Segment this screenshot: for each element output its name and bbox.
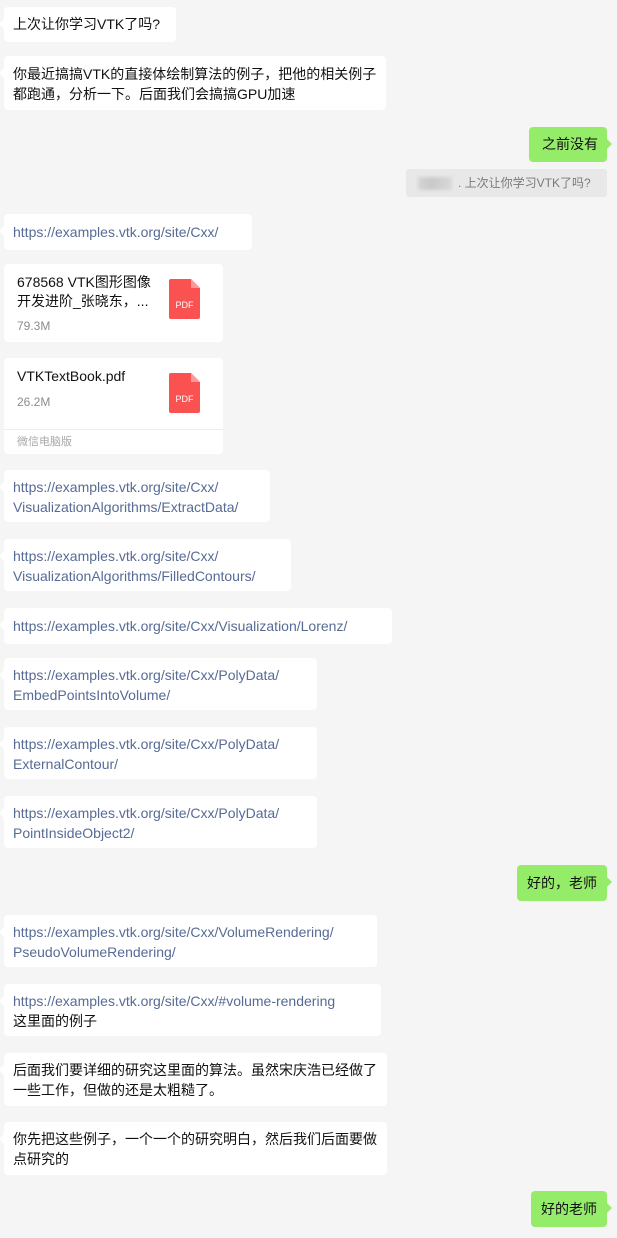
incoming-message[interactable]: https://examples.vtk.org/site/Cxx/PolyDa… xyxy=(0,658,317,710)
message-link[interactable]: https://examples.vtk.org/site/Cxx/#volum… xyxy=(13,991,372,1011)
outgoing-message[interactable]: 好的老师 xyxy=(531,1191,612,1227)
incoming-message[interactable]: https://examples.vtk.org/site/Cxx/ xyxy=(0,214,252,250)
file-size: 26.2M xyxy=(17,395,51,409)
incoming-message[interactable]: https://examples.vtk.org/site/Cxx/ Visua… xyxy=(0,470,270,522)
file-name: 678568 VTK图形图像 开发进阶_张晓东，... xyxy=(17,273,155,311)
incoming-message[interactable]: https://examples.vtk.org/site/Cxx/Visual… xyxy=(0,608,392,644)
message-link-line[interactable]: VisualizationAlgorithms/ExtractData/ xyxy=(13,497,261,517)
message-link-line[interactable]: https://examples.vtk.org/site/Cxx/ xyxy=(13,477,261,497)
message-text-line: 点研究的 xyxy=(13,1151,69,1167)
file-size: 79.3M xyxy=(17,319,51,333)
svg-text:PDF: PDF xyxy=(176,300,195,310)
file-name-line: 678568 VTK图形图像 xyxy=(17,274,151,290)
message-text: 好的，老师 xyxy=(527,875,597,891)
file-name-line: 开发进阶_张晓东，... xyxy=(17,293,149,309)
message-link-line[interactable]: VisualizationAlgorithms/FilledContours/ xyxy=(13,566,282,586)
outgoing-message[interactable]: 好的，老师 xyxy=(517,865,612,901)
message-link-line[interactable]: https://examples.vtk.org/site/Cxx/PolyDa… xyxy=(13,734,308,754)
message-link-line[interactable]: EmbedPointsIntoVolume/ xyxy=(13,685,308,705)
incoming-message[interactable]: https://examples.vtk.org/site/Cxx/PolyDa… xyxy=(0,796,317,848)
incoming-message[interactable]: https://examples.vtk.org/site/Cxx/#volum… xyxy=(0,984,381,1036)
svg-text:PDF: PDF xyxy=(176,394,195,404)
quoted-text: . 上次让你学习VTK了吗? xyxy=(458,176,591,190)
pdf-file-icon: PDF xyxy=(169,373,200,413)
blurred-sender-name xyxy=(418,177,452,190)
file-source-footer: 微信电脑版 xyxy=(4,429,223,454)
message-link-line[interactable]: https://examples.vtk.org/site/Cxx/ xyxy=(13,546,282,566)
incoming-message[interactable]: 后面我们要详细的研究这里面的算法。虽然宋庆浩已经做了 一些工作，但做的还是太粗糙… xyxy=(0,1053,387,1106)
incoming-message[interactable]: 你先把这些例子，一个一个的研究明白，然后我们后面要做 点研究的 xyxy=(0,1122,387,1175)
message-link-line[interactable]: PointInsideObject2/ xyxy=(13,823,308,843)
outgoing-message[interactable]: 之前没有 xyxy=(529,127,612,162)
message-link[interactable]: https://examples.vtk.org/site/Cxx/Visual… xyxy=(13,616,383,636)
message-link-line[interactable]: ExternalContour/ xyxy=(13,754,308,774)
message-text-line: 后面我们要详细的研究这里面的算法。虽然宋庆浩已经做了 xyxy=(13,1062,377,1078)
file-name-line: VTKTextBook.pdf xyxy=(17,368,126,384)
message-link-line[interactable]: https://examples.vtk.org/site/Cxx/PolyDa… xyxy=(13,665,308,685)
message-text-line: 你先把这些例子，一个一个的研究明白，然后我们后面要做 xyxy=(13,1131,377,1147)
message-text: 之前没有 xyxy=(542,136,598,152)
incoming-message[interactable]: https://examples.vtk.org/site/Cxx/PolyDa… xyxy=(0,727,317,779)
message-text-line: 一些工作，但做的还是太粗糙了。 xyxy=(13,1082,223,1098)
file-message[interactable]: VTKTextBook.pdf 26.2M PDF 微信电脑版 xyxy=(4,358,223,454)
quoted-message[interactable]: . 上次让你学习VTK了吗? xyxy=(406,169,607,197)
incoming-message[interactable]: 你最近搞搞VTK的直接体绘制算法的例子，把他的相关例子 都跑通，分析一下。后面我… xyxy=(0,56,386,110)
message-link-line[interactable]: https://examples.vtk.org/site/Cxx/Volume… xyxy=(13,922,368,942)
incoming-message[interactable]: https://examples.vtk.org/site/Cxx/Volume… xyxy=(0,915,377,967)
file-message[interactable]: 678568 VTK图形图像 开发进阶_张晓东，... 79.3M PDF xyxy=(4,264,223,342)
message-text-line: 都跑通，分析一下。后面我们会搞搞GPU加速 xyxy=(13,86,296,102)
message-text-line: 你最近搞搞VTK的直接体绘制算法的例子，把他的相关例子 xyxy=(13,66,377,82)
incoming-message[interactable]: 上次让你学习VTK了吗? xyxy=(0,7,176,42)
message-text: 好的老师 xyxy=(541,1201,597,1217)
message-link-line[interactable]: https://examples.vtk.org/site/Cxx/PolyDa… xyxy=(13,803,308,823)
message-link-line[interactable]: PseudoVolumeRendering/ xyxy=(13,942,368,962)
message-text: 上次让你学习VTK了吗? xyxy=(13,16,161,32)
message-text: 这里面的例子 xyxy=(13,1013,97,1029)
incoming-message[interactable]: https://examples.vtk.org/site/Cxx/ Visua… xyxy=(0,539,291,591)
message-link[interactable]: https://examples.vtk.org/site/Cxx/ xyxy=(13,222,243,242)
file-name: VTKTextBook.pdf xyxy=(17,367,155,386)
pdf-file-icon: PDF xyxy=(169,279,200,319)
